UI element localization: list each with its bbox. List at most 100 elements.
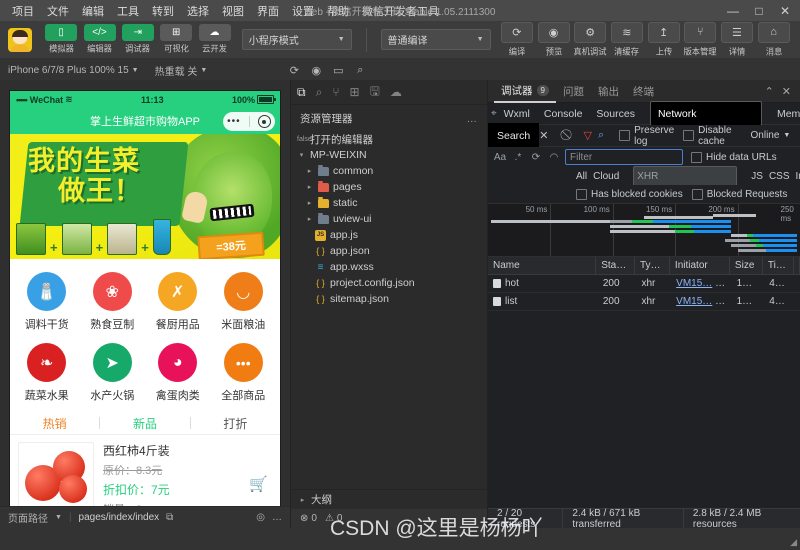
- menu-item-file[interactable]: 文件: [41, 1, 75, 21]
- blocked-requests-checkbox[interactable]: Blocked Requests: [691, 188, 787, 200]
- close-button[interactable]: ✕: [772, 0, 798, 21]
- column-waterfall[interactable]: Waterfall ▲: [794, 257, 800, 274]
- menu-item-devtools[interactable]: 微信开发者工具: [356, 1, 445, 21]
- toolbar-preview[interactable]: ◉ 预览: [535, 21, 572, 58]
- request-initiator[interactable]: VM15…: [676, 296, 712, 307]
- table-row[interactable]: list 200 xhr VM15… … 1… 4…: [488, 293, 800, 311]
- close-capsule-icon[interactable]: [257, 115, 271, 128]
- tree-item-common[interactable]: ▸ common: [291, 163, 487, 179]
- search-icon[interactable]: ⌕: [316, 85, 323, 100]
- search-icon[interactable]: ⌕: [598, 129, 604, 142]
- more-icon[interactable]: …: [467, 113, 479, 125]
- tab-console[interactable]: Console: [537, 106, 590, 122]
- search-close-icon[interactable]: ✕: [539, 129, 548, 142]
- tab-memory[interactable]: Memory: [770, 106, 800, 122]
- tree-item-app-wxss[interactable]: ≡ app.wxss: [291, 259, 487, 275]
- menu-item-project[interactable]: 项目: [6, 1, 40, 21]
- refresh-icon[interactable]: ⟳: [527, 152, 545, 163]
- category-item[interactable]: ❧ 蔬菜水果: [14, 339, 80, 410]
- minimize-button[interactable]: —: [720, 0, 746, 21]
- tree-item-uview-ui[interactable]: ▸ uview-ui: [291, 211, 487, 227]
- type-filter-all[interactable]: All: [576, 171, 587, 182]
- eye-icon[interactable]: ◎: [256, 512, 265, 523]
- tree-item-pages[interactable]: ▸ pages: [291, 179, 487, 195]
- tab-terminal[interactable]: 终端: [626, 80, 661, 102]
- category-item[interactable]: ◡ 米面粮油: [211, 268, 277, 339]
- toolbar-clearcache[interactable]: ≋ 清缓存: [609, 21, 646, 58]
- has-blocked-cookies-checkbox[interactable]: Has blocked cookies: [576, 188, 683, 200]
- tab-hot[interactable]: 热销: [10, 415, 99, 432]
- menu-item-edit[interactable]: 编辑: [76, 1, 110, 21]
- resize-grip-icon[interactable]: ◢: [790, 537, 797, 548]
- save-icon[interactable]: 🖫: [370, 82, 380, 103]
- tab-debugger[interactable]: 调试器 9: [494, 79, 556, 103]
- regex-icon[interactable]: .*: [509, 152, 527, 163]
- tab-discount[interactable]: 打折: [191, 415, 280, 432]
- toolbar-version[interactable]: ⑂ 版本管理: [682, 21, 719, 58]
- type-filter-js[interactable]: JS: [751, 171, 763, 182]
- cloud-icon[interactable]: ☁: [390, 85, 402, 99]
- menu-item-view[interactable]: 视图: [216, 1, 250, 21]
- preserve-log-checkbox[interactable]: Preserve log: [619, 125, 674, 147]
- menu-item-goto[interactable]: 转到: [146, 1, 180, 21]
- tab-new[interactable]: 新品: [100, 415, 189, 432]
- record-icon[interactable]: ◉: [305, 61, 327, 79]
- toolbar-realdevice[interactable]: ⚙ 真机调试: [572, 21, 609, 58]
- search-tab[interactable]: Search: [488, 123, 540, 148]
- category-item[interactable]: ❀ 熟食豆制: [80, 268, 146, 339]
- wechat-capsule[interactable]: •••: [223, 112, 275, 131]
- compile-select[interactable]: 普通编译 ▼: [380, 29, 491, 50]
- tab-wxml[interactable]: Wxml: [497, 106, 537, 122]
- menu-item-select[interactable]: 选择: [181, 1, 215, 21]
- category-item[interactable]: ➤ 水产火锅: [80, 339, 146, 410]
- column-status[interactable]: Sta…: [596, 257, 635, 274]
- type-filter-cloud[interactable]: Cloud: [593, 171, 619, 182]
- throttle-select[interactable]: Online ▼: [751, 130, 791, 141]
- match-case-icon[interactable]: Aa: [491, 152, 509, 163]
- more-icon[interactable]: •••: [227, 116, 241, 127]
- menu-item-settings[interactable]: 设置: [286, 1, 320, 21]
- network-overview[interactable]: 50 ms 100 ms 150 ms 200 ms 250 ms: [488, 204, 800, 257]
- outline-section[interactable]: ▸ 大纲: [291, 490, 487, 509]
- page-path-label[interactable]: 页面路径: [8, 510, 48, 525]
- tree-item-app-js[interactable]: JS app.js: [291, 227, 487, 243]
- tree-item-sitemap[interactable]: { } sitemap.json: [291, 291, 487, 307]
- close-icon[interactable]: ✕: [782, 85, 791, 98]
- tab-problems[interactable]: 问题: [556, 80, 591, 102]
- filter-icon[interactable]: ▽: [584, 129, 592, 142]
- column-name[interactable]: Name: [488, 257, 597, 274]
- toolbar-debugger[interactable]: ⇥ 调试器: [119, 24, 157, 55]
- collapse-icon[interactable]: ⌃: [765, 85, 774, 98]
- toolbar-compile[interactable]: ⟳ 编译: [499, 21, 536, 58]
- toolbar-visual[interactable]: ⊞ 可视化: [157, 24, 195, 55]
- column-size[interactable]: Size: [730, 257, 763, 274]
- type-filter-img[interactable]: Img: [796, 171, 800, 182]
- category-item[interactable]: ••• 全部商品: [211, 339, 277, 410]
- type-filter-xhr[interactable]: XHR: [633, 165, 738, 187]
- disable-cache-checkbox[interactable]: Disable cache: [683, 125, 732, 147]
- menu-item-tools[interactable]: 工具: [111, 1, 145, 21]
- maximize-button[interactable]: □: [746, 0, 772, 21]
- mode-select[interactable]: 小程序模式 ▼: [241, 29, 352, 50]
- menu-item-interface[interactable]: 界面: [251, 1, 285, 21]
- menu-item-help[interactable]: 帮助: [321, 1, 355, 21]
- column-time[interactable]: Ti…: [763, 257, 794, 274]
- explorer-section-project[interactable]: ▾ MP-WEIXIN: [291, 147, 487, 163]
- inspect-icon[interactable]: ⌖: [491, 105, 497, 123]
- cart-icon[interactable]: 🛒: [249, 475, 268, 493]
- history-icon[interactable]: ◠: [545, 152, 563, 163]
- tree-item-project-config[interactable]: { } project.config.json: [291, 275, 487, 291]
- extensions-icon[interactable]: ⊞: [350, 85, 360, 99]
- toolbar-detail[interactable]: ☰ 详情: [719, 21, 756, 58]
- tree-item-app-json[interactable]: { } app.json: [291, 243, 487, 259]
- column-type[interactable]: Ty…: [635, 257, 670, 274]
- promo-banner[interactable]: 我的生菜 做王！ =38元 + + +: [10, 134, 280, 259]
- toolbar-simulator[interactable]: ▯ 模拟器: [42, 24, 80, 55]
- category-item[interactable]: 🧂 调料干货: [14, 268, 80, 339]
- device-select[interactable]: iPhone 6/7/8 Plus 100% 15 ▼: [8, 65, 139, 76]
- type-filter-css[interactable]: CSS: [769, 171, 790, 182]
- toolbar-upload[interactable]: ↥ 上传: [645, 21, 682, 58]
- toolbar-editor[interactable]: </> 编辑器: [80, 24, 118, 55]
- refresh-icon[interactable]: ⟳: [283, 61, 305, 79]
- hotreload-select[interactable]: 热重载 关 ▼: [155, 63, 208, 78]
